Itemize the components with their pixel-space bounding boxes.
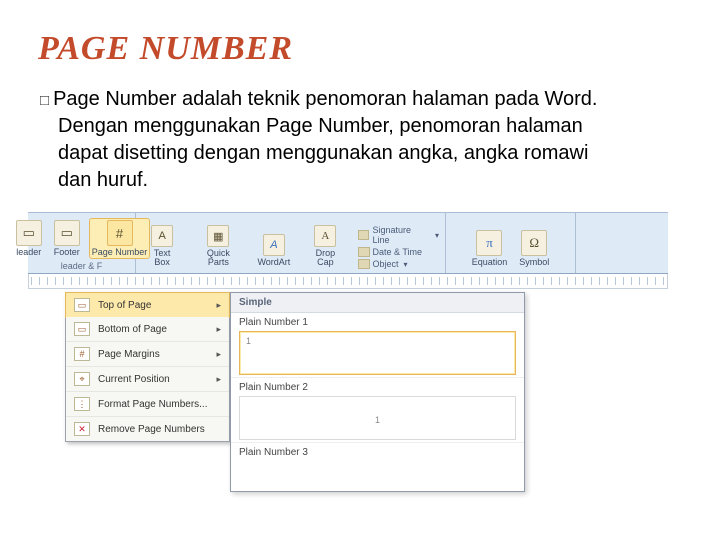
object-button[interactable]: Object▾ [358, 259, 439, 269]
format-icon: ⋮ [74, 397, 90, 411]
bullet-icon: □ [40, 92, 49, 109]
current-position-icon: ⌖ [74, 372, 90, 386]
top-of-page-gallery: Simple Plain Number 1 1 Plain Number 2 1… [230, 292, 525, 492]
plain-number-2[interactable]: Plain Number 2 1 [231, 378, 524, 443]
gallery-group-simple: Simple [231, 293, 524, 313]
quick-parts-button[interactable]: ▦ Quick Parts [192, 223, 244, 269]
menu-page-margins[interactable]: # Page Margins▸ [66, 342, 229, 367]
footer-button[interactable]: ▭ Footer [51, 218, 83, 259]
slide-body: □Page Number adalah teknik penomoran hal… [38, 86, 598, 194]
menu-top-of-page[interactable]: ▭ Top of Page▸ [65, 292, 230, 318]
page-margins-icon: # [74, 347, 90, 361]
drop-cap-button[interactable]: A Drop Cap [303, 223, 347, 269]
equation-button[interactable]: π Equation [469, 228, 511, 269]
page-number-menu: ▭ Top of Page▸ ▭ Bottom of Page▸ # Page … [65, 292, 230, 442]
symbol-button[interactable]: Ω Symbol [516, 228, 552, 269]
date-time-button[interactable]: Date & Time [358, 247, 439, 257]
remove-icon: ✕ [74, 422, 90, 436]
wordart-button[interactable]: A WordArt [254, 232, 293, 269]
header-button[interactable]: ▭ leader [13, 218, 45, 259]
header-footer-group-label: leader & F [34, 261, 129, 271]
word-ribbon: ▭ leader ▭ Footer # Page Number leader &… [28, 212, 668, 274]
menu-current-position[interactable]: ⌖ Current Position▸ [66, 367, 229, 392]
menu-bottom-of-page[interactable]: ▭ Bottom of Page▸ [66, 317, 229, 342]
body-text: Page Number adalah teknik penomoran hala… [53, 88, 597, 191]
page-bottom-icon: ▭ [74, 322, 90, 336]
signature-line-button[interactable]: Signature Line▾ [358, 225, 439, 245]
page-top-icon: ▭ [74, 298, 90, 312]
ruler [28, 274, 668, 289]
slide-title: PAGE NUMBER [38, 30, 682, 68]
menu-format-page-numbers[interactable]: ⋮ Format Page Numbers... [66, 392, 229, 417]
plain-number-3[interactable]: Plain Number 3 [231, 443, 524, 463]
text-small-buttons: Signature Line▾ Date & Time Object▾ [358, 225, 439, 269]
plain-number-1[interactable]: Plain Number 1 1 [231, 313, 524, 378]
menu-remove-page-numbers[interactable]: ✕ Remove Page Numbers [66, 417, 229, 441]
text-box-button[interactable]: A Text Box [142, 223, 182, 269]
